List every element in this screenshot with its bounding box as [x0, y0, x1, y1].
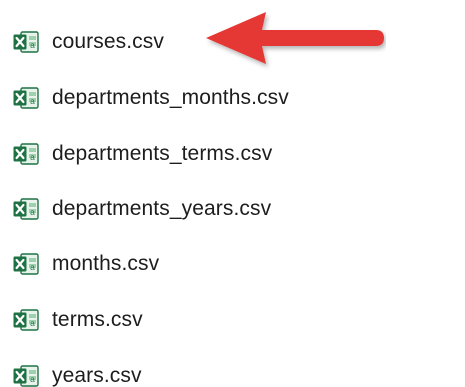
excel-csv-icon: a	[13, 143, 39, 165]
svg-text:a: a	[30, 96, 35, 106]
excel-csv-icon: a	[13, 31, 39, 53]
file-name: terms.csv	[52, 308, 143, 331]
file-item-years[interactable]: a years.csv	[12, 362, 142, 387]
file-item-months[interactable]: a months.csv	[12, 250, 159, 278]
svg-text:a: a	[30, 262, 35, 272]
file-name: months.csv	[52, 252, 160, 275]
file-name: departments_months.csv	[52, 86, 289, 109]
file-item-departments-terms[interactable]: a departments_terms.csv	[12, 140, 272, 168]
svg-text:a: a	[30, 374, 35, 384]
file-name: years.csv	[52, 364, 142, 387]
svg-text:a: a	[30, 207, 35, 217]
file-item-departments-months[interactable]: a departments_months.csv	[12, 84, 289, 112]
excel-csv-icon: a	[13, 309, 39, 331]
file-item-terms[interactable]: a terms.csv	[12, 306, 143, 334]
excel-csv-icon: a	[13, 87, 39, 109]
excel-csv-icon: a	[13, 253, 39, 275]
red-arrow-icon	[206, 12, 384, 64]
svg-text:a: a	[30, 152, 35, 162]
svg-text:a: a	[30, 40, 35, 50]
excel-csv-icon: a	[13, 365, 39, 387]
svg-text:a: a	[30, 318, 35, 328]
file-item-departments-years[interactable]: a departments_years.csv	[12, 195, 271, 223]
file-name: courses.csv	[52, 30, 164, 53]
file-name: departments_terms.csv	[52, 142, 273, 165]
excel-csv-icon: a	[13, 198, 39, 220]
file-item-courses[interactable]: a courses.csv	[12, 28, 164, 56]
file-name: departments_years.csv	[52, 197, 272, 220]
